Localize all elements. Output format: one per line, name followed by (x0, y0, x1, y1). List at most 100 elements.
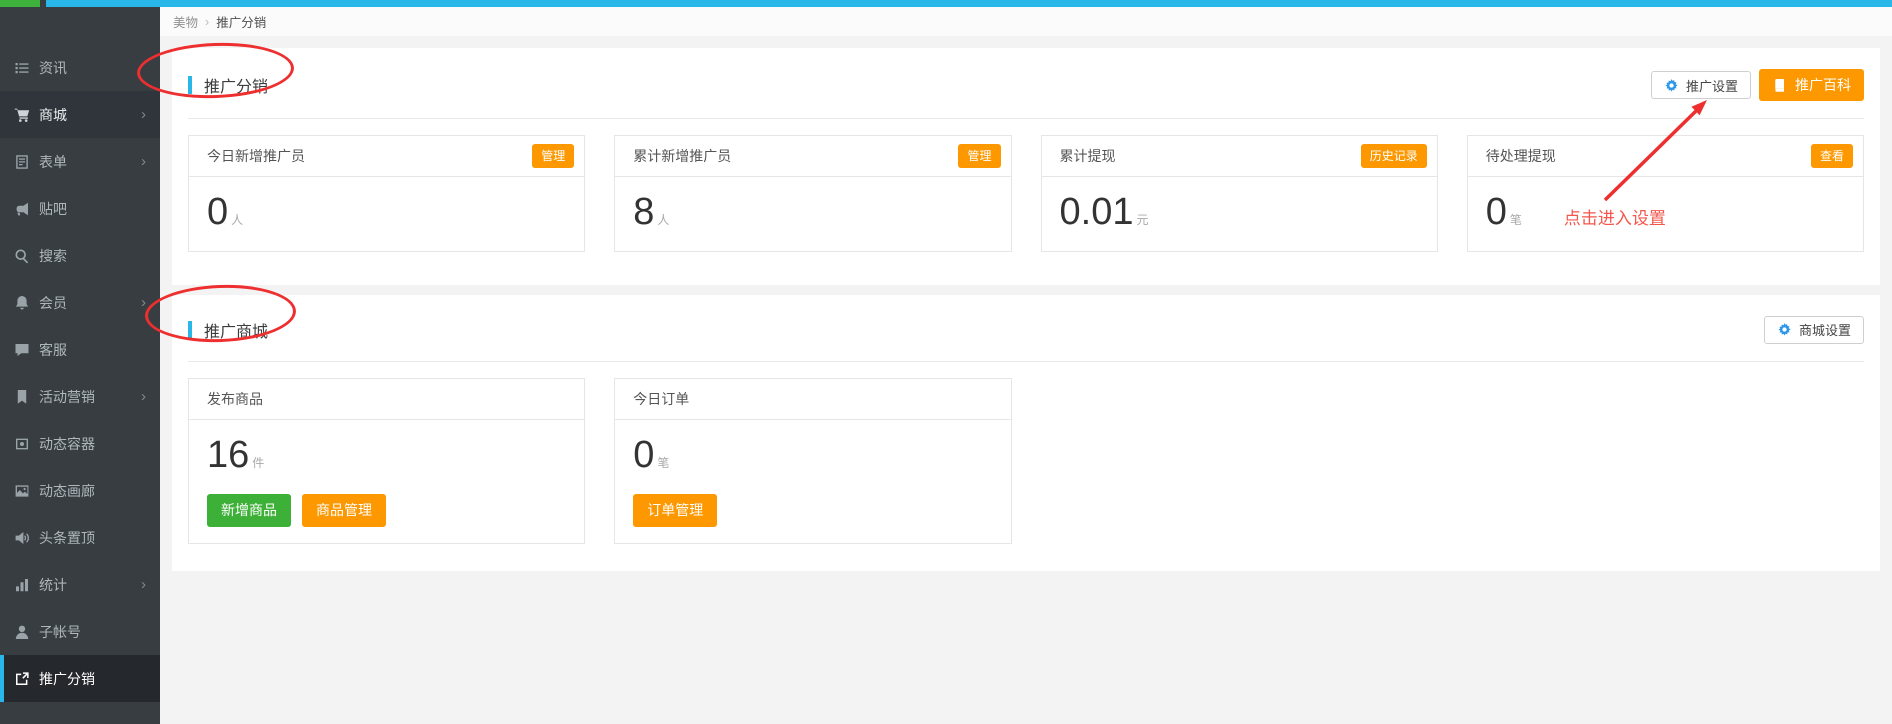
sidebar-item-headline-top[interactable]: 头条置顶 (0, 514, 160, 561)
sidebar-item-support[interactable]: 客服 (0, 326, 160, 373)
sidebar-item-forms[interactable]: 表单 (0, 138, 160, 185)
promo-mall-panel: 推广商城 商城设置 发布商品 (172, 295, 1880, 571)
promo-section-title: 推广分销 (188, 73, 268, 97)
search-icon (14, 248, 30, 264)
chevron-right-icon (141, 295, 146, 310)
stat-unit: 件 (252, 454, 264, 471)
promo-panel-head: 推广分销 推广设置 推广百科 (188, 48, 1864, 119)
stat-unit: 人 (231, 211, 243, 228)
stat-value: 0.01 (1060, 192, 1134, 234)
manage-badge[interactable]: 管理 (532, 144, 574, 168)
top-bar-gap (40, 0, 46, 7)
sidebar-item-label: 动态容器 (39, 434, 95, 454)
stat-unit: 笔 (1510, 211, 1522, 228)
main-area: 美物 › 推广分销 推广分销 推广设置 (160, 7, 1892, 724)
stat-value: 0 (1486, 192, 1507, 234)
stat-card-label: 发布商品 (207, 389, 263, 409)
breadcrumb-root[interactable]: 美物 (173, 12, 198, 31)
chevron-right-icon (141, 107, 146, 122)
breadcrumb-current: 推广分销 (216, 12, 266, 31)
mall-panel-head: 推广商城 商城设置 (188, 295, 1864, 362)
stat-card-today-orders: 今日订单 0 笔 订单管理 (614, 378, 1011, 544)
stat-card-label: 待处理提现 (1486, 146, 1556, 166)
sidebar-item-label: 商城 (39, 105, 67, 125)
chevron-right-icon (141, 577, 146, 592)
top-accent-bar (0, 0, 1892, 7)
sidebar-item-members[interactable]: 会员 (0, 279, 160, 326)
content: 推广分销 推广设置 推广百科 (160, 36, 1892, 583)
sidebar-item-marketing[interactable]: 活动营销 (0, 373, 160, 420)
breadcrumb-separator: › (205, 15, 209, 29)
sidebar-item-label: 活动营销 (39, 387, 95, 407)
sidebar-item-label: 头条置顶 (39, 528, 95, 548)
gallery-icon (14, 483, 30, 499)
sidebar-item-label: 统计 (39, 575, 67, 595)
sidebar-item-tieba[interactable]: 贴吧 (0, 185, 160, 232)
stat-value: 16 (207, 435, 249, 477)
sidebar-item-label: 资讯 (39, 58, 67, 78)
user-icon (14, 624, 30, 640)
chat-icon (14, 342, 30, 358)
stat-unit: 笔 (657, 454, 669, 471)
container-icon (14, 436, 30, 452)
sidebar-item-label: 会员 (39, 293, 67, 313)
history-badge[interactable]: 历史记录 (1361, 144, 1427, 168)
title-accent-bar (188, 321, 192, 339)
sidebar-item-label: 子帐号 (39, 622, 81, 642)
stat-card-label: 累计提现 (1060, 146, 1116, 166)
chevron-right-icon (141, 154, 146, 169)
stat-card-label: 今日新增推广员 (207, 146, 305, 166)
add-goods-button[interactable]: 新增商品 (207, 494, 291, 527)
stat-value: 0 (633, 435, 654, 477)
bell-icon (14, 295, 30, 311)
sidebar-item-label: 搜索 (39, 246, 67, 266)
sidebar-item-subaccount[interactable]: 子帐号 (0, 608, 160, 655)
sidebar-item-mall[interactable]: 商城 (0, 91, 160, 138)
stats-icon (14, 577, 30, 593)
sidebar-item-dynamic-container[interactable]: 动态容器 (0, 420, 160, 467)
speaker-icon (14, 530, 30, 546)
sidebar-item-label: 推广分销 (39, 669, 95, 689)
sidebar-item-label: 贴吧 (39, 199, 67, 219)
sidebar-item-stats[interactable]: 统计 (0, 561, 160, 608)
megaphone-icon (14, 201, 30, 217)
promo-wiki-button[interactable]: 推广百科 (1759, 69, 1864, 101)
mall-cart-icon (14, 107, 30, 123)
sidebar: 资讯 商城 表单 贴吧 搜索 会员 (0, 7, 160, 724)
stat-card-label: 今日订单 (633, 389, 689, 409)
view-badge[interactable]: 查看 (1811, 144, 1853, 168)
manage-orders-button[interactable]: 订单管理 (633, 494, 717, 527)
manage-goods-button[interactable]: 商品管理 (302, 494, 386, 527)
annotation-note: 点击进入设置 (1564, 204, 1666, 229)
page: 资讯 商城 表单 贴吧 搜索 会员 (0, 0, 1892, 724)
mall-settings-button[interactable]: 商城设置 (1764, 316, 1864, 344)
sidebar-item-search[interactable]: 搜索 (0, 232, 160, 279)
stat-value: 8 (633, 192, 654, 234)
sidebar-item-label: 表单 (39, 152, 67, 172)
stat-value: 0 (207, 192, 228, 234)
mall-section-title: 推广商城 (188, 318, 268, 342)
book-icon (1772, 78, 1787, 93)
gear-icon (1664, 78, 1679, 93)
promo-settings-button[interactable]: 推广设置 (1651, 71, 1751, 99)
stat-unit: 元 (1136, 211, 1148, 228)
stat-card-label: 累计新增推广员 (633, 146, 731, 166)
sidebar-item-label: 动态画廊 (39, 481, 95, 501)
sidebar-item-dynamic-gallery[interactable]: 动态画廊 (0, 467, 160, 514)
promo-distribution-panel: 推广分销 推广设置 推广百科 (172, 48, 1880, 285)
stat-unit: 人 (657, 211, 669, 228)
bookmark-icon (14, 389, 30, 405)
gear-icon (1777, 322, 1792, 337)
sidebar-item-news[interactable]: 资讯 (0, 44, 160, 91)
manage-badge[interactable]: 管理 (958, 144, 1000, 168)
stat-card-total-withdraw: 累计提现 历史记录 0.01 元 (1041, 135, 1438, 252)
title-accent-bar (188, 76, 192, 94)
sidebar-item-distribution[interactable]: 推广分销 (0, 655, 160, 702)
form-icon (14, 154, 30, 170)
news-icon (14, 60, 30, 76)
stat-card-total-promoters: 累计新增推广员 管理 8 人 (614, 135, 1011, 252)
share-icon (14, 671, 30, 687)
stat-card-today-promoters: 今日新增推广员 管理 0 人 (188, 135, 585, 252)
breadcrumb: 美物 › 推广分销 (160, 7, 1892, 36)
promo-stat-cards: 今日新增推广员 管理 0 人 累计新增推广员 管理 (172, 119, 1880, 285)
